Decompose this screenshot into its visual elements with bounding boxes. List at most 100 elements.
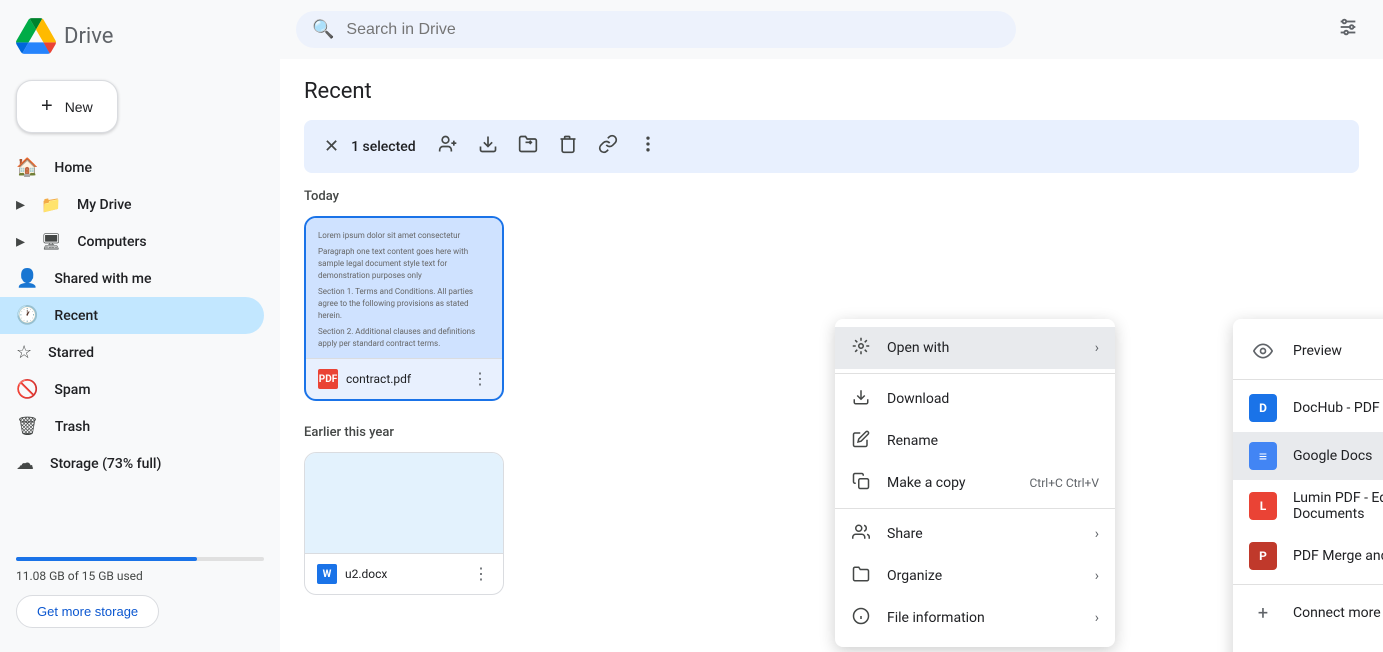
connect-icon: + bbox=[1249, 599, 1277, 627]
main-content: 🔍 Recent ✕ 1 selected bbox=[280, 0, 1383, 652]
ctx-open-with-label: Open with bbox=[887, 340, 1079, 356]
sub-item-preview[interactable]: Preview bbox=[1233, 327, 1383, 375]
my-drive-icon: 📁 bbox=[41, 195, 61, 214]
sub-item-connect[interactable]: + Connect more apps bbox=[1233, 589, 1383, 637]
sidebar-item-starred[interactable]: ☆ Starred bbox=[0, 334, 264, 371]
earlier-files-row: W u2.docx ⋮ bbox=[304, 452, 1359, 595]
sub-item-google-docs[interactable]: ≡ Google Docs bbox=[1233, 432, 1383, 480]
ctx-open-with-arrow: › bbox=[1095, 340, 1099, 356]
star-icon: ☆ bbox=[16, 342, 32, 363]
move-icon bbox=[518, 134, 538, 154]
file-card-u2[interactable]: W u2.docx ⋮ bbox=[304, 452, 504, 595]
get-storage-button[interactable]: Get more storage bbox=[16, 595, 159, 628]
plus-icon: + bbox=[41, 95, 53, 118]
sidebar-item-shared-label: Shared with me bbox=[54, 271, 151, 287]
sub-item-dochub[interactable]: D DocHub - PDF Sign and Edit bbox=[1233, 384, 1383, 432]
download-button[interactable] bbox=[472, 128, 504, 165]
copy-link-button[interactable] bbox=[592, 128, 624, 165]
ctx-organize-icon bbox=[851, 565, 871, 587]
ctx-item-share[interactable]: Share › bbox=[835, 513, 1115, 555]
search-input[interactable] bbox=[346, 21, 1000, 39]
sidebar-item-recent-label: Recent bbox=[54, 308, 98, 324]
sidebar-item-home[interactable]: 🏠 Home bbox=[0, 149, 264, 186]
file-name-contract: contract.pdf bbox=[346, 372, 462, 386]
computer-apps-icon bbox=[1249, 647, 1277, 652]
share-user-button[interactable] bbox=[432, 128, 464, 165]
ctx-item-copy[interactable]: Make a copy Ctrl+C Ctrl+V bbox=[835, 462, 1115, 504]
sidebar-item-my-drive-label: My Drive bbox=[77, 197, 132, 213]
ctx-item-open-with[interactable]: Open with › bbox=[835, 327, 1115, 369]
drive-logo bbox=[16, 16, 56, 56]
lumin-icon: L bbox=[1249, 492, 1277, 520]
storage-bar-fill bbox=[16, 557, 197, 561]
ctx-copy-icon bbox=[851, 472, 871, 494]
today-section-label: Today bbox=[304, 189, 1359, 204]
ctx-download-label: Download bbox=[887, 391, 1099, 407]
file-menu-button-u2[interactable]: ⋮ bbox=[471, 562, 491, 586]
sidebar-item-shared[interactable]: 👤 Shared with me bbox=[0, 260, 264, 297]
file-menu-button-contract[interactable]: ⋮ bbox=[470, 367, 490, 391]
sidebar-item-my-drive[interactable]: ▸ 📁 My Drive bbox=[0, 186, 264, 223]
file-card-contract[interactable]: Lorem ipsum dolor sit amet consectetur P… bbox=[304, 216, 504, 401]
recent-icon: 🕐 bbox=[16, 305, 38, 326]
home-icon: 🏠 bbox=[16, 157, 38, 178]
sub-preview-label: Preview bbox=[1293, 343, 1383, 359]
open-with-icon bbox=[851, 337, 871, 359]
pdf-merge-icon: P bbox=[1249, 542, 1277, 570]
ctx-item-file-info[interactable]: File information › bbox=[835, 597, 1115, 639]
shared-icon: 👤 bbox=[16, 268, 38, 289]
nav-group: 🏠 Home ▸ 📁 My Drive ▸ 🖥 Computers 👤 Shar… bbox=[0, 149, 280, 482]
move-to-button[interactable] bbox=[512, 128, 544, 165]
ctx-download-icon bbox=[851, 388, 871, 410]
storage-section: 11.08 GB of 15 GB used Get more storage bbox=[0, 541, 280, 644]
page-title: Recent bbox=[304, 79, 1359, 104]
ctx-copy-label: Make a copy bbox=[887, 475, 1014, 491]
filter-icon-button[interactable] bbox=[1329, 8, 1367, 51]
file-preview-u2 bbox=[305, 453, 503, 553]
submenu: Preview D DocHub - PDF Sign and Edit ≡ G… bbox=[1233, 319, 1383, 652]
docx-type-icon: W bbox=[317, 564, 337, 584]
sidebar-item-spam-label: Spam bbox=[54, 382, 90, 398]
sliders-icon bbox=[1337, 16, 1359, 38]
download-icon bbox=[478, 134, 498, 154]
storage-used-text: 11.08 GB of 15 GB used bbox=[16, 569, 264, 583]
sidebar: Drive + New 🏠 Home ▸ 📁 My Drive ▸ 🖥 Comp… bbox=[0, 0, 280, 652]
ctx-item-organize[interactable]: Organize › bbox=[835, 555, 1115, 597]
new-button[interactable]: + New bbox=[16, 80, 118, 133]
earlier-section-label: Earlier this year bbox=[304, 425, 1359, 440]
deselect-button[interactable]: ✕ bbox=[320, 132, 343, 161]
sidebar-item-trash[interactable]: 🗑 Trash bbox=[0, 408, 264, 445]
sub-item-lumin[interactable]: L Lumin PDF - Edit or Sign Documents bbox=[1233, 480, 1383, 532]
sub-divider-2 bbox=[1233, 584, 1383, 585]
ctx-share-label: Share bbox=[887, 526, 1079, 542]
sidebar-item-spam[interactable]: 🚫 Spam bbox=[0, 371, 264, 408]
sidebar-item-home-label: Home bbox=[54, 160, 92, 176]
ctx-share-icon bbox=[851, 523, 871, 545]
delete-button[interactable] bbox=[552, 128, 584, 165]
ctx-organize-arrow: › bbox=[1095, 568, 1099, 584]
sub-item-computer-apps[interactable]: Apps on your computer bbox=[1233, 637, 1383, 652]
sub-item-pdf-merge[interactable]: P PDF Merge and Split bbox=[1233, 532, 1383, 580]
search-bar[interactable]: 🔍 bbox=[296, 11, 1016, 48]
sidebar-item-recent[interactable]: 🕐 Recent bbox=[0, 297, 264, 334]
ctx-item-download[interactable]: Download bbox=[835, 378, 1115, 420]
spam-icon: 🚫 bbox=[16, 379, 38, 400]
ctx-item-rename[interactable]: Rename bbox=[835, 420, 1115, 462]
ctx-file-info-arrow: › bbox=[1095, 610, 1099, 626]
ctx-file-info-label: File information bbox=[887, 610, 1079, 626]
more-actions-button[interactable] bbox=[632, 128, 664, 165]
sidebar-item-storage-label: Storage (73% full) bbox=[50, 456, 161, 472]
more-vertical-icon bbox=[638, 134, 658, 154]
ctx-rename-label: Rename bbox=[887, 433, 1099, 449]
trash-icon: 🗑 bbox=[16, 416, 39, 437]
file-card-footer-contract: PDF contract.pdf ⋮ bbox=[306, 358, 502, 399]
folder-icon: ▸ bbox=[16, 194, 25, 215]
pdf-type-icon: PDF bbox=[318, 369, 338, 389]
link-icon bbox=[598, 134, 618, 154]
sidebar-item-computers[interactable]: ▸ 🖥 Computers bbox=[0, 223, 264, 260]
preview-icon bbox=[1249, 337, 1277, 365]
computer-icon: 🖥 bbox=[41, 232, 61, 251]
sidebar-item-computers-label: Computers bbox=[77, 234, 146, 250]
sub-dochub-label: DocHub - PDF Sign and Edit bbox=[1293, 400, 1383, 416]
sidebar-item-storage[interactable]: ☁ Storage (73% full) bbox=[0, 445, 264, 482]
